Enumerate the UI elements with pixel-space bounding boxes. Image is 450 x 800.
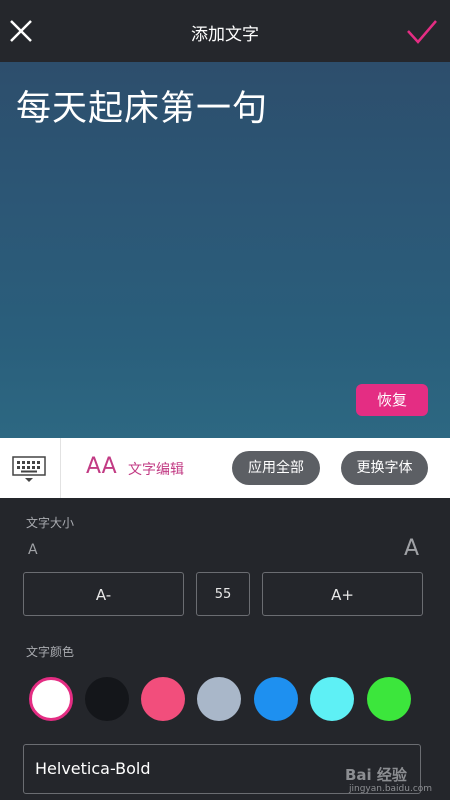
preview-text[interactable]: 每天起床第一句 <box>16 80 268 131</box>
color-swatch[interactable] <box>197 677 241 721</box>
color-swatch[interactable] <box>141 677 185 721</box>
color-swatch[interactable] <box>367 677 411 721</box>
change-font-button[interactable]: 更换字体 <box>341 451 428 485</box>
size-section-label: 文字大小 <box>26 516 75 530</box>
preview-canvas[interactable]: 每天起床第一句 恢复 <box>0 62 450 438</box>
restore-button[interactable]: 恢复 <box>356 384 428 416</box>
watermark: Bai 经验 <box>345 766 407 784</box>
color-section-label: 文字颜色 <box>26 645 75 659</box>
color-swatch[interactable] <box>310 677 354 721</box>
page-title: 添加文字 <box>191 25 259 45</box>
watermark-url: jingyan.baidu.com <box>349 784 433 794</box>
checkmark-icon[interactable] <box>406 18 438 46</box>
size-large-indicator: A <box>403 536 419 561</box>
keyboard-icon[interactable] <box>10 454 48 484</box>
text-edit-icon[interactable]: AA <box>86 454 117 479</box>
toolbar-divider <box>60 438 61 498</box>
text-edit-label[interactable]: 文字编辑 <box>128 459 184 479</box>
apply-all-button[interactable]: 应用全部 <box>232 451 320 485</box>
edit-toolbar: AA 文字编辑 应用全部 更换字体 <box>0 438 450 498</box>
color-swatch[interactable] <box>29 677 73 721</box>
decrease-size-button[interactable]: A- <box>23 572 184 616</box>
top-bar: 添加文字 <box>0 0 450 62</box>
size-small-indicator: A <box>28 542 38 558</box>
increase-size-button[interactable]: A+ <box>262 572 423 616</box>
settings-panel: 文字大小 A A A- 55 A+ 文字颜色 Helvetica-Bold <box>0 498 450 800</box>
size-value: 55 <box>196 572 250 616</box>
color-swatch[interactable] <box>85 677 129 721</box>
color-swatch[interactable] <box>254 677 298 721</box>
